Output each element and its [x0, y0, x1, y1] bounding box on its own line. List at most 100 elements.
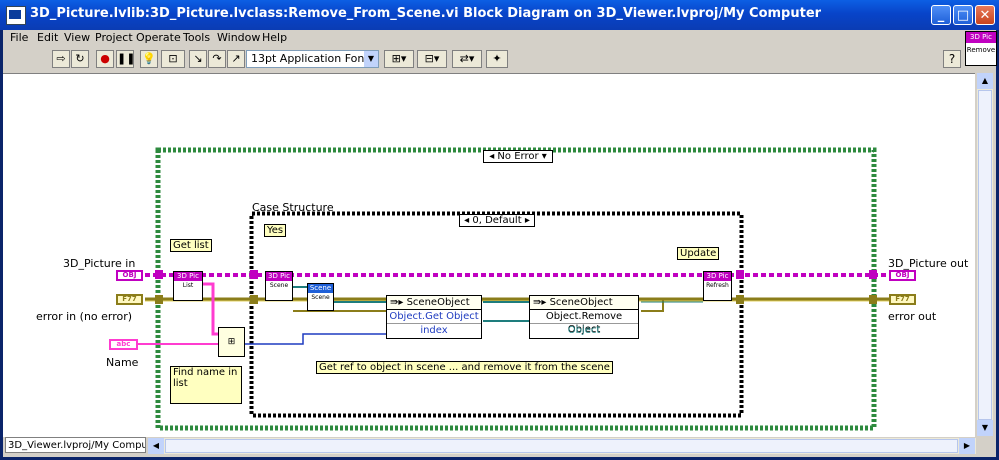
refresh-node[interactable]: 3D Pic Refresh — [703, 271, 732, 301]
font-selector[interactable]: 13pt Application Font ▼ — [246, 50, 379, 68]
refresh-node-sub: Refresh — [706, 282, 729, 289]
labview-block-diagram-icon — [6, 6, 26, 25]
menu-bar: File Edit View Project Operate Tools Win… — [3, 30, 996, 47]
get-object-method: Object.Get Object — [387, 310, 481, 324]
search-array-node[interactable]: ⊞ — [218, 327, 245, 357]
scene-node-a[interactable]: 3D Pic Scene — [265, 271, 293, 301]
minimize-button[interactable]: _ — [931, 5, 951, 25]
align-objects-icon[interactable]: ⊞▾ — [384, 50, 414, 68]
get-list-label: Get list — [170, 239, 212, 252]
horizontal-scroll-thumb[interactable] — [165, 439, 958, 453]
menu-tools[interactable]: Tools — [183, 31, 210, 44]
remove-object-class: SceneObject — [549, 297, 613, 308]
get-list-node-sub: List — [182, 282, 194, 289]
scroll-left-icon[interactable]: ◀ — [148, 438, 164, 454]
step-over-icon[interactable]: ↷ — [208, 50, 226, 68]
scroll-down-icon[interactable]: ▼ — [977, 420, 993, 436]
menu-edit[interactable]: Edit — [37, 31, 58, 44]
scroll-up-icon[interactable]: ▲ — [977, 73, 993, 89]
class-tunnel-out — [869, 270, 877, 279]
window-client: File Edit View Project Operate Tools Win… — [3, 30, 997, 457]
inner-class-tunnel-in — [250, 270, 258, 279]
vertical-scrollbar[interactable]: ▲ ▼ — [977, 73, 993, 436]
font-selector-value: 13pt Application Font — [251, 52, 369, 65]
picture-out-label: 3D_Picture out — [888, 257, 969, 270]
search-array-icon: ⊞ — [227, 337, 236, 347]
inner-case-selector-value: 0, Default — [472, 215, 522, 226]
run-continuously-icon[interactable]: ↻ — [71, 50, 89, 68]
close-button[interactable]: ✕ — [975, 5, 995, 25]
bottom-bar: 3D_Viewer.lvproj/My Computer ◀ ▶ — [3, 436, 996, 456]
inner-case-selector[interactable]: ◂ 0, Default ▸ — [459, 214, 535, 227]
get-ref-label: Get ref to object in scene ... and remov… — [316, 361, 613, 374]
toolbar: ⇨ ↻ ● ❚❚ 💡 ⊡ ↘ ↷ ↗ 13pt Application Font… — [3, 48, 996, 72]
outer-case-selector-value: No Error — [497, 151, 539, 162]
play-arrow-icon: ⇛▸ — [390, 297, 407, 308]
distribute-objects-icon[interactable]: ⊟▾ — [417, 50, 447, 68]
picture-out-terminal[interactable]: OBJ — [889, 270, 916, 281]
highlight-execution-icon[interactable]: 💡 — [140, 50, 158, 68]
abort-icon[interactable]: ● — [96, 50, 114, 68]
find-name-label: Find name in list — [170, 366, 242, 404]
index-wire — [245, 333, 388, 345]
wires-layer — [138, 147, 890, 431]
reorder-icon[interactable]: ⇄▾ — [452, 50, 482, 68]
menu-file[interactable]: File — [10, 31, 28, 44]
scene-node-a-sub: Scene — [269, 282, 289, 289]
error-out-label: error out — [888, 310, 937, 323]
horizontal-scrollbar[interactable]: ◀ ▶ — [148, 438, 976, 454]
chevron-right-icon: ▸ — [524, 215, 530, 226]
application-window: 3D_Picture.lvlib:3D_Picture.lvclass:Remo… — [0, 0, 999, 460]
inner-case-border — [249, 211, 744, 418]
chevron-left-icon: ◂ — [464, 215, 470, 226]
remove-object-param: Object — [567, 325, 601, 336]
get-object-param: index — [420, 325, 448, 336]
name-terminal[interactable]: abc — [109, 339, 138, 350]
inner-error-tunnel-in — [250, 295, 258, 304]
chevron-down-icon: ▼ — [364, 51, 378, 67]
outer-case-selector[interactable]: ◂ No Error ▾ — [483, 150, 553, 163]
refresh-node-header: 3D Pic — [704, 272, 731, 281]
scene-node-b[interactable]: Scene Scene — [307, 283, 334, 311]
vi-icon[interactable]: 3D Pic Remove — [965, 31, 997, 66]
menu-project[interactable]: Project — [95, 31, 133, 44]
vi-icon-header: 3D Pic — [966, 32, 996, 43]
play-arrow-icon: ⇛▸ — [533, 297, 550, 308]
project-context[interactable]: 3D_Viewer.lvproj/My Computer — [5, 437, 146, 453]
step-into-icon[interactable]: ↘ — [189, 50, 207, 68]
chevron-down-icon: ▾ — [541, 151, 547, 162]
chevron-left-icon: ◂ — [489, 151, 495, 162]
scene-node-a-header: 3D Pic — [266, 272, 292, 281]
menu-operate[interactable]: Operate — [136, 31, 181, 44]
yes-label: Yes — [264, 224, 287, 237]
vertical-scroll-thumb[interactable] — [978, 90, 992, 420]
context-help-icon[interactable]: ? — [943, 50, 961, 68]
class-tunnel-in — [155, 270, 163, 279]
inner-case-title: Case Structure — [252, 201, 334, 214]
remove-object-method: Object.Remove Object — [530, 310, 638, 335]
scene-node-b-sub: Scene — [311, 294, 330, 301]
retain-wire-values-icon[interactable]: ⊡ — [161, 50, 185, 68]
menu-window[interactable]: Window — [217, 31, 260, 44]
pause-icon[interactable]: ❚❚ — [116, 50, 135, 68]
get-object-invoke-node[interactable]: ⇛▸ SceneObject Object.Get Object index — [386, 295, 482, 339]
error-out-terminal[interactable]: F77 — [889, 294, 916, 305]
title-bar: 3D_Picture.lvlib:3D_Picture.lvclass:Remo… — [0, 0, 999, 30]
scroll-right-icon[interactable]: ▶ — [959, 438, 975, 454]
scene-node-b-header: Scene — [308, 284, 333, 293]
block-diagram[interactable]: ◂ No Error ▾ Case Structure ◂ 0, Default… — [3, 73, 975, 437]
picture-in-terminal[interactable]: OBJ — [116, 270, 143, 281]
remove-object-invoke-node[interactable]: ⇛▸ SceneObject Object.Remove Object Obje… — [529, 295, 639, 339]
error-in-terminal[interactable]: F77 — [116, 294, 143, 305]
step-out-icon[interactable]: ↗ — [227, 50, 245, 68]
inner-error-tunnel-out — [736, 295, 744, 304]
name-label: Name — [106, 356, 139, 369]
run-arrow-icon[interactable]: ⇨ — [52, 50, 70, 68]
clean-up-diagram-icon[interactable]: ✦ — [486, 50, 508, 68]
maximize-button[interactable]: □ — [953, 5, 973, 25]
inner-class-tunnel-out — [736, 270, 744, 279]
error-tunnel-in — [155, 295, 163, 304]
menu-help[interactable]: Help — [262, 31, 287, 44]
get-list-node[interactable]: 3D Pic List — [173, 271, 203, 301]
menu-view[interactable]: View — [64, 31, 90, 44]
